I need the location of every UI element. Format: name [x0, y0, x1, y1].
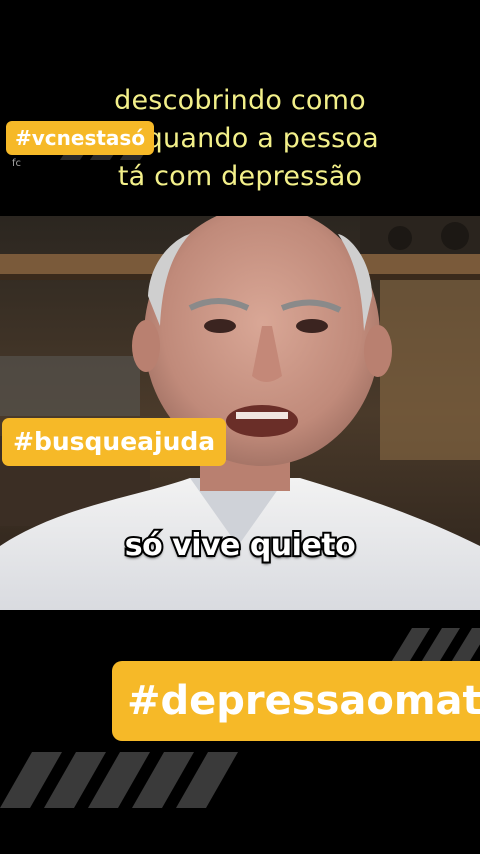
hashtag-depressaomata: #depressaomata [112, 661, 480, 741]
faint-label: fc [12, 158, 22, 169]
hashtag-busqueajuda: #busqueajuda [2, 418, 227, 466]
caption-line-3: tá com depressão [117, 161, 363, 192]
caption-line-1: descobrindo como [114, 85, 366, 116]
decorative-stripes-right [390, 628, 480, 664]
hashtag-vcnestaso: #vcnestasó [6, 121, 155, 155]
video-subtitle: só vive quieto [123, 526, 358, 565]
decorative-stripes-bottom [0, 752, 238, 808]
